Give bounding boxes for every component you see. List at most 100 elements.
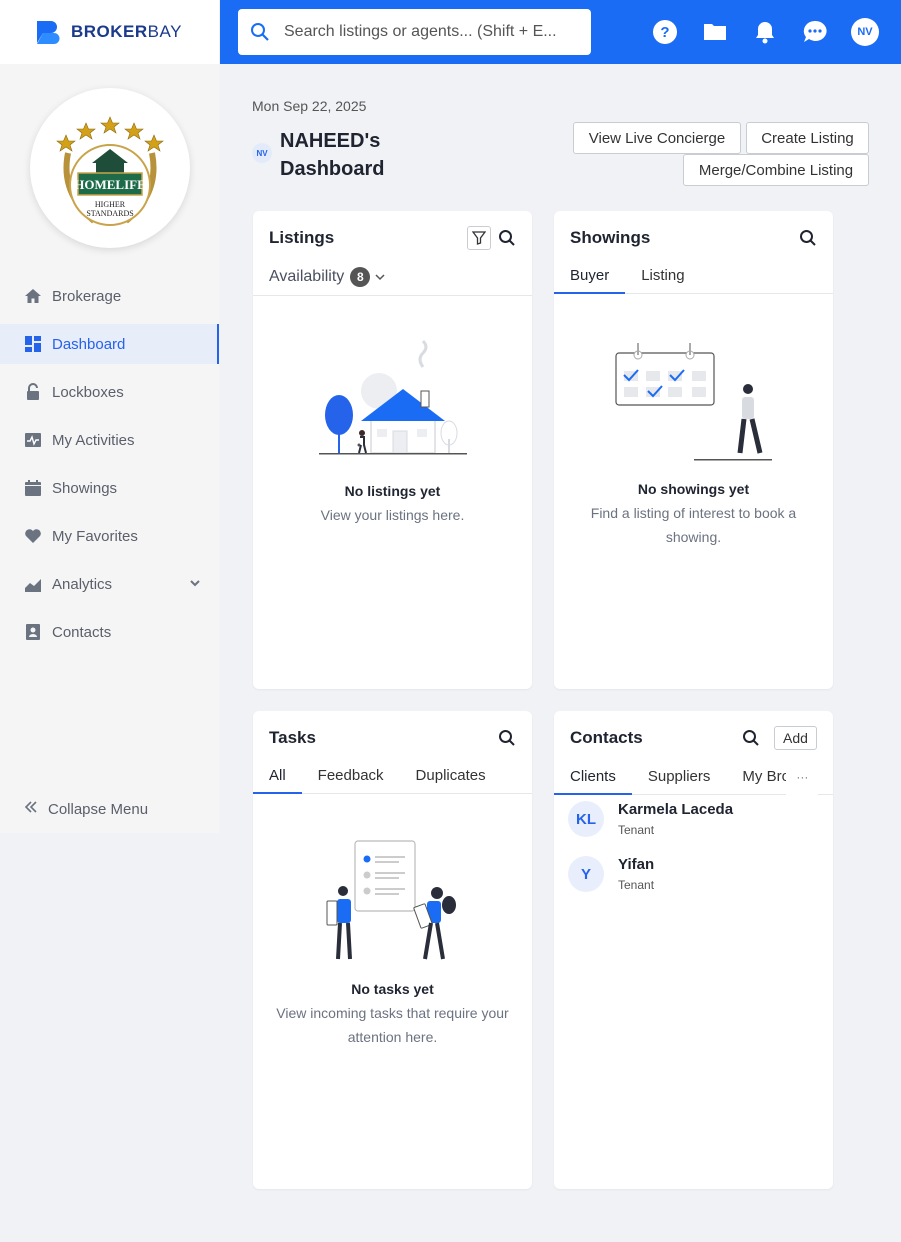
sidebar-nav: Brokerage Dashboard Lockboxes My Activit…: [0, 272, 219, 656]
tasks-title: Tasks: [269, 728, 316, 747]
brand-name: BROKERBAY: [71, 22, 182, 41]
merge-combine-listing-button[interactable]: Merge/Combine Listing: [683, 154, 869, 186]
search-icon[interactable]: [740, 727, 762, 749]
divider: [253, 295, 532, 296]
calendar-illustration: [615, 343, 772, 461]
sidebar-item-label: Contacts: [52, 623, 112, 641]
homelife-logo-icon: HOMELIFE HIGHER STANDARDS: [56, 116, 164, 226]
showings-empty-subtitle: Find a listing of interest to book a sho…: [590, 505, 797, 545]
contact-avatar: KL: [568, 801, 604, 837]
search-box[interactable]: [238, 9, 591, 55]
sidebar-item-label: Brokerage: [52, 287, 122, 305]
chart-icon: [24, 575, 42, 593]
folder-icon[interactable]: [699, 16, 731, 48]
dashboard-avatar: NV: [252, 143, 272, 163]
house-illustration: [319, 339, 467, 455]
tasks-empty-subtitle: View incoming tasks that require your at…: [276, 1005, 509, 1045]
more-tabs-button[interactable]: ···: [786, 765, 819, 795]
sidebar-item-my-activities[interactable]: My Activities: [0, 416, 219, 464]
chevron-down-icon: [375, 274, 385, 281]
brokerbay-logo-icon: [37, 21, 60, 44]
contact-role: Tenant: [618, 823, 655, 837]
filter-icon[interactable]: [467, 226, 491, 250]
search-icon[interactable]: [496, 227, 518, 249]
bell-icon[interactable]: [749, 16, 781, 48]
contacts-icon: [24, 623, 42, 641]
brand-logo[interactable]: BROKERBAY: [0, 0, 219, 64]
sidebar: BROKERBAY HOMELIFE HIGHER STANDARDS Brok…: [0, 0, 219, 833]
tab-feedback[interactable]: Feedback: [302, 764, 400, 794]
listings-title: Listings: [269, 228, 335, 247]
collapse-menu-label: Collapse Menu: [48, 801, 149, 818]
sidebar-item-analytics[interactable]: Analytics: [0, 560, 219, 608]
svg-text:HOMELIFE: HOMELIFE: [74, 177, 146, 192]
help-icon[interactable]: ?: [649, 16, 681, 48]
user-avatar-initials: NV: [851, 18, 879, 46]
contact-role: Tenant: [618, 878, 655, 892]
double-chevron-left-icon: [24, 800, 38, 819]
create-listing-button[interactable]: Create Listing: [746, 122, 869, 154]
home-icon: [24, 287, 42, 305]
tab-duplicates[interactable]: Duplicates: [400, 764, 502, 794]
search-input[interactable]: [284, 23, 574, 41]
availability-filter[interactable]: Availability 8: [269, 267, 386, 287]
sidebar-item-label: My Activities: [52, 431, 135, 449]
availability-label: Availability: [269, 268, 345, 285]
top-bar: ? NV: [220, 0, 901, 64]
collapse-menu-button[interactable]: Collapse Menu: [24, 800, 148, 819]
calendar-icon: [24, 479, 42, 497]
dashboard-icon: [24, 335, 42, 353]
tab-buyer[interactable]: Buyer: [554, 264, 626, 294]
showings-tabs: Buyer Listing: [554, 264, 833, 294]
heart-icon: [24, 527, 42, 545]
tasks-card: Tasks All Feedback Duplicates No tasks y…: [253, 711, 532, 1189]
search-icon[interactable]: [496, 727, 518, 749]
tab-suppliers[interactable]: Suppliers: [632, 765, 727, 795]
contact-row[interactable]: KL Karmela Laceda Tenant: [568, 801, 733, 837]
page-title: NAHEED's Dashboard: [280, 130, 385, 180]
sidebar-item-my-favorites[interactable]: My Favorites: [0, 512, 219, 560]
svg-text:STANDARDS: STANDARDS: [86, 209, 133, 218]
sidebar-item-label: Analytics: [52, 575, 113, 593]
contact-name: Yifan: [618, 856, 655, 873]
sidebar-item-brokerage[interactable]: Brokerage: [0, 272, 219, 320]
listings-empty-subtitle: View your listings here.: [320, 507, 465, 523]
listings-empty-title: No listings yet: [344, 483, 441, 499]
contact-avatar: Y: [568, 856, 604, 892]
brokerage-logo: HOMELIFE HIGHER STANDARDS: [30, 88, 190, 248]
tasks-illustration: [326, 840, 456, 960]
top-icons: ? NV: [631, 16, 881, 48]
contacts-tabs: Clients Suppliers My Bro ···: [554, 765, 833, 795]
sidebar-item-showings[interactable]: Showings: [0, 464, 219, 512]
contacts-card: Contacts Add Clients Suppliers My Bro ··…: [554, 711, 833, 1189]
contacts-title: Contacts: [570, 728, 643, 747]
chevron-down-icon[interactable]: [189, 576, 201, 593]
sidebar-item-label: Lockboxes: [52, 383, 124, 401]
chat-icon[interactable]: [799, 16, 831, 48]
search-icon[interactable]: [797, 227, 819, 249]
tab-all[interactable]: All: [253, 764, 302, 794]
svg-text:?: ?: [660, 24, 669, 41]
tab-clients[interactable]: Clients: [554, 765, 632, 795]
listings-card: Listings Availability 8 No listings yet …: [253, 211, 532, 689]
availability-count-badge: 8: [350, 267, 371, 287]
contact-name: Karmela Laceda: [618, 801, 734, 818]
showings-empty-title: No showings yet: [637, 481, 750, 497]
add-contact-button[interactable]: Add: [774, 726, 817, 750]
svg-text:HIGHER: HIGHER: [95, 200, 126, 209]
tab-my-brokerage[interactable]: My Bro: [726, 765, 786, 795]
tab-listing[interactable]: Listing: [625, 264, 700, 294]
sidebar-item-label: Dashboard: [52, 335, 126, 353]
current-date: Mon Sep 22, 2025: [252, 98, 367, 114]
sidebar-item-label: Showings: [52, 479, 118, 497]
view-live-concierge-button[interactable]: View Live Concierge: [573, 122, 741, 154]
user-avatar[interactable]: NV: [849, 16, 881, 48]
sidebar-item-label: My Favorites: [52, 527, 138, 545]
sidebar-item-contacts[interactable]: Contacts: [0, 608, 219, 656]
contact-row[interactable]: Y Yifan Tenant: [568, 856, 654, 892]
sidebar-item-dashboard[interactable]: Dashboard: [0, 324, 219, 364]
sidebar-item-lockboxes[interactable]: Lockboxes: [0, 368, 219, 416]
tasks-tabs: All Feedback Duplicates: [253, 764, 532, 794]
showings-title: Showings: [570, 228, 651, 247]
showings-card: Showings Buyer Listing No showings yet F…: [554, 211, 833, 689]
